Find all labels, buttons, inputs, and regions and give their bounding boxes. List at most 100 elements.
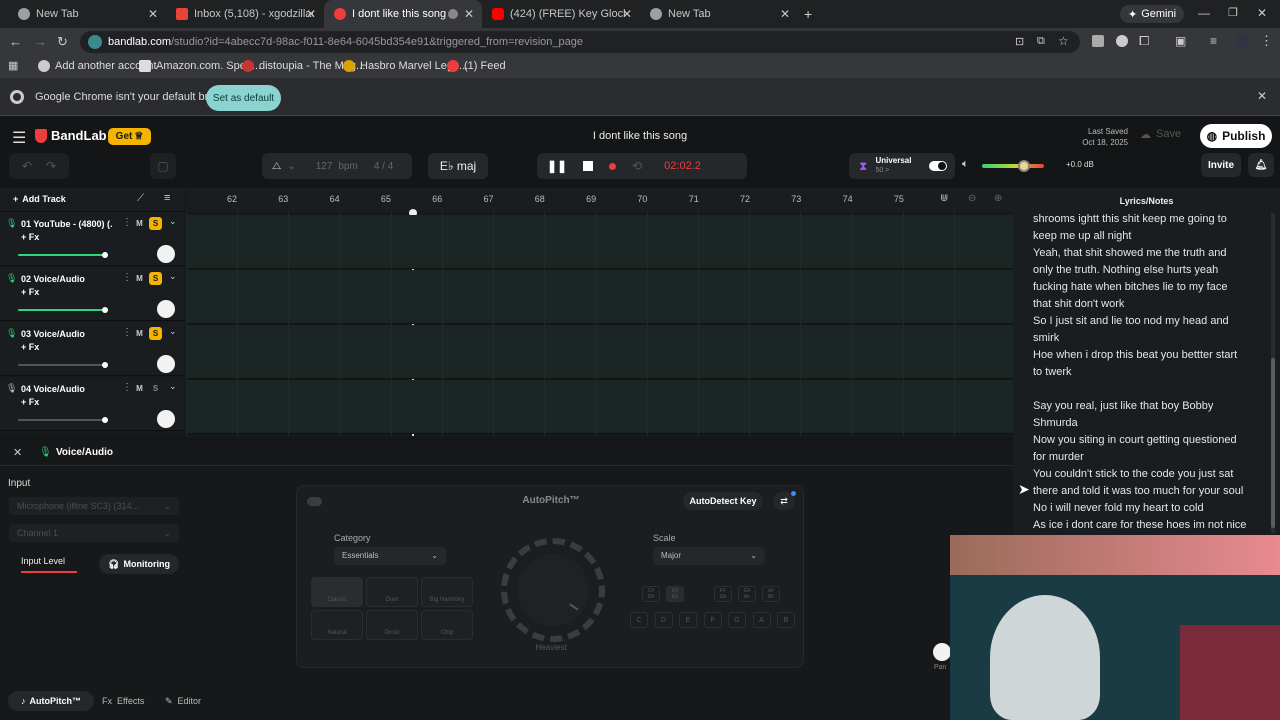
universal-toggle[interactable] [929,161,947,171]
category-select[interactable]: Essentials ⌄ [334,547,446,565]
track-volume-slider[interactable] [18,307,108,313]
chevron-down-icon[interactable]: ⌄ [287,161,295,172]
add-fx-button[interactable]: + Fx [21,287,39,297]
lyrics-scroll-thumb[interactable] [1271,358,1275,528]
key-sharp[interactable]: D# Eb [666,586,684,602]
solo-button[interactable]: S [149,272,162,285]
bandlab-logo[interactable]: BandLab [35,128,107,143]
mute-button[interactable]: M [133,272,146,285]
preset-natural[interactable]: Natural [311,610,363,640]
track-lane[interactable] [186,215,1013,269]
track-menu-icon[interactable]: ⋮ [122,217,132,228]
preset-chip[interactable]: Chip [421,610,473,640]
apps-grid-icon[interactable]: ▦ [8,59,18,72]
pan-knob[interactable] [933,643,951,661]
volume-slider-handle[interactable] [102,417,108,423]
solo-button[interactable]: S [149,382,162,395]
gemini-button[interactable]: ✦ Gemini [1120,5,1185,23]
input-channel-select[interactable]: Channel 1 ⌄ [9,524,179,542]
master-volume-slider[interactable] [982,160,1044,172]
key-sharp[interactable]: A# Bb [762,586,780,602]
track-name[interactable]: 01 YouTube - (4800) (... [21,219,113,229]
set-default-button[interactable]: Set as default [206,85,281,111]
track-lane[interactable] [186,270,1013,324]
track-pan-knob[interactable] [157,300,175,318]
extension-1-icon[interactable] [1092,35,1104,47]
restore-icon[interactable]: ❐ [1228,6,1238,19]
minimize-icon[interactable]: — [1198,6,1210,20]
key-natural[interactable]: B [777,612,795,628]
zoom-out-icon[interactable]: ⊖ [968,193,976,204]
mute-button[interactable]: M [133,382,146,395]
input-device-select[interactable]: Microphone (ifline SC3) (314... ⌄ [9,497,179,515]
site-info-icon[interactable] [88,35,102,49]
sidebar-toggle-icon[interactable]: ≡ [1210,34,1217,48]
input-level-tab[interactable]: Input Level [21,556,77,573]
track-volume-slider[interactable] [18,252,108,258]
track-header[interactable]: 🎙︎ 03 Voice/Audio ⋮ M S ⌄ + Fx [0,322,185,376]
mute-button[interactable]: M [133,217,146,230]
grid-view-icon[interactable]: ▢ [150,153,176,179]
extension-2-icon[interactable] [1116,35,1128,47]
track-menu-icon[interactable]: ⋮ [122,327,132,338]
close-panel-icon[interactable]: ✕ [13,446,22,459]
track-volume-slider[interactable] [18,362,108,368]
add-fx-button[interactable]: + Fx [21,342,39,352]
zoom-in-icon[interactable]: ⊕ [994,193,1002,204]
close-tab-icon[interactable]: ✕ [306,7,316,21]
track-name[interactable]: 04 Voice/Audio [21,384,113,394]
track-name[interactable]: 02 Voice/Audio [21,274,113,284]
scale-select[interactable]: Major ⌄ [653,547,765,565]
reload-icon[interactable]: ↻ [57,34,68,50]
key-sharp[interactable]: F# Gb [714,586,732,602]
bookmark-star-icon[interactable]: ☆ [1058,34,1069,48]
automation-icon[interactable]: ⟋ [137,193,144,204]
bpm-value[interactable]: 127 [316,161,333,172]
key-natural[interactable]: F [703,612,722,628]
redo-icon[interactable]: ↷ [46,159,56,173]
track-pan-knob[interactable] [157,245,175,263]
preset-classic[interactable]: Classic [311,577,363,607]
close-tab-icon[interactable]: ✕ [148,7,158,21]
autodetect-key-button[interactable]: AutoDetect Key [683,492,763,510]
chevron-down-icon[interactable]: ⌄ [169,271,177,282]
lyrics-notes-panel[interactable]: Lyrics/Notes shrooms ightt this shit kee… [1013,188,1280,538]
tab-autopitch[interactable]: ♪ AutoPitch™ [8,691,94,711]
close-tab-icon[interactable]: ✕ [464,7,474,21]
new-tab-plus-icon[interactable]: + [804,6,812,22]
notifications-bell-icon[interactable]: 🔔︎ [1248,153,1274,177]
key-sharp[interactable]: G# Ab [738,586,756,602]
publish-button[interactable]: ◍ Publish [1200,124,1272,148]
close-infobar-icon[interactable]: ✕ [1257,89,1267,103]
close-tab-icon[interactable]: ✕ [622,7,632,21]
undo-icon[interactable]: ↶ [22,159,32,173]
track-lane[interactable] [186,325,1013,379]
track-header[interactable]: 🎙︎ 02 Voice/Audio ⋮ M S ⌄ + Fx [0,267,185,321]
track-name[interactable]: 03 Voice/Audio [21,329,113,339]
key-sharp[interactable]: C# Db [642,586,660,602]
tab-youtube[interactable]: (424) (FREE) Key Glock x Young ✕ [482,0,640,28]
volume-slider-handle[interactable] [102,252,108,258]
cast-icon[interactable]: ⧉ [1037,35,1045,48]
tab-gmail[interactable]: Inbox (5,108) - xgodzillaoxmen ✕ [166,0,324,28]
track-header[interactable]: 🎙︎ 01 YouTube - (4800) (... ⋮ M S ⌄ + Fx [0,212,185,266]
chevron-down-icon[interactable]: ⌄ [169,326,177,337]
track-menu-icon[interactable]: ⋮ [122,272,132,283]
monitoring-button[interactable]: 🎧︎ Monitoring [99,554,179,574]
key-natural[interactable]: G [728,612,746,628]
timeline-ruler[interactable]: 62 63 64 65 66 67 68 69 70 71 72 73 74 75 [186,188,1013,212]
media-icon[interactable]: ▣ [1175,34,1186,48]
universal-label-group[interactable]: Universal 50 > [875,156,911,176]
autopitch-strength-knob[interactable] [501,538,605,642]
metronome-icon[interactable]: ⧍ [272,161,281,172]
chrome-menu-icon[interactable]: ⋮ [1260,33,1273,49]
tab-effects[interactable]: Fx Effects [102,696,144,706]
track-menu-icon[interactable]: ⋮ [122,382,132,393]
preset-droid[interactable]: Droid [366,610,418,640]
stop-icon[interactable] [583,161,594,171]
back-icon[interactable]: ← [9,34,22,49]
track-pan-knob[interactable] [157,355,175,373]
solo-button[interactable]: S [149,217,162,230]
key-signature[interactable]: E♭ maj [428,153,488,179]
add-track-button[interactable]: + Add Track [13,194,66,204]
